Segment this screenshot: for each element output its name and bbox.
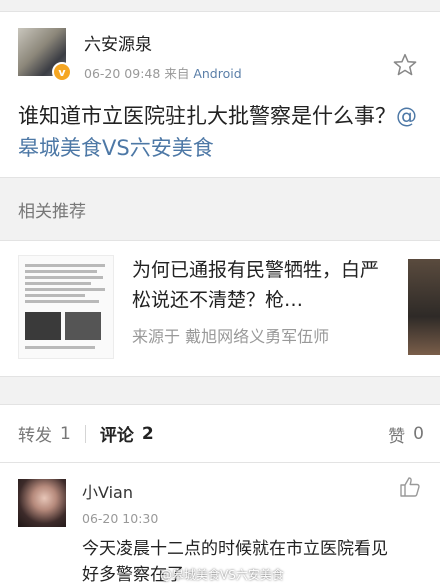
like-count: 0 <box>413 424 424 444</box>
tab-like[interactable]: 赞 0 <box>388 405 424 463</box>
commenter-avatar[interactable] <box>18 479 66 527</box>
post-card: v 六安源泉 06-20 09:48 来自 Android 谁知道市立医院驻扎大… <box>0 12 440 178</box>
thumbs-up-icon[interactable] <box>398 475 422 499</box>
post-author-block: 六安源泉 06-20 09:48 来自 Android <box>84 28 242 82</box>
post-time: 06-20 09:48 <box>84 66 161 81</box>
recommend-source: 来源于 戴旭网络义勇军伍师 <box>132 327 330 346</box>
comment-label: 评论 <box>99 426 134 446</box>
source-prefix: 来自 <box>164 66 190 81</box>
action-tab-bar: 转发 1 评论 2 赞 0 <box>0 405 440 463</box>
recommend-header: 相关推荐 <box>0 178 440 241</box>
verified-badge-icon: v <box>52 62 72 82</box>
tab-repost[interactable]: 转发 1 <box>18 421 71 447</box>
tab-divider <box>84 424 86 443</box>
recommend-next-thumbnail[interactable] <box>408 259 440 355</box>
avatar[interactable]: v <box>18 28 72 82</box>
section-spacer <box>0 377 440 405</box>
commenter-name[interactable]: 小Vian <box>82 479 402 503</box>
watermark-text: @皋城美食VS六安美食 <box>160 568 284 582</box>
recommend-title[interactable]: 为何已通报有民警牺牲，白严松说还不清楚？枪… <box>132 255 382 315</box>
like-label: 赞 <box>388 426 406 447</box>
post-header: v 六安源泉 06-20 09:48 来自 Android <box>18 28 422 82</box>
post-text: 谁知道市立医院驻扎大批警察是什么事？@皋城美食VS六安美食 <box>18 100 422 164</box>
recommend-thumbnail <box>18 255 114 359</box>
recommend-card[interactable]: 为何已通报有民警牺牲，白严松说还不清楚？枪… 来源于 戴旭网络义勇军伍师 <box>0 241 440 377</box>
comment-time: 06-20 10:30 <box>82 511 159 526</box>
repost-count: 1 <box>60 423 71 444</box>
recommend-text: 为何已通报有民警牺牲，白严松说还不清楚？枪… 来源于 戴旭网络义勇军伍师 <box>132 255 382 362</box>
repost-label: 转发 <box>18 426 52 446</box>
comment-count: 2 <box>141 423 154 444</box>
post-source: Android <box>193 66 242 81</box>
post-meta: 06-20 09:48 来自 Android <box>84 63 242 82</box>
user-name[interactable]: 六安源泉 <box>84 30 242 55</box>
tab-comment[interactable]: 评论 2 <box>99 421 154 447</box>
top-strip <box>0 0 440 12</box>
post-text-content: 谁知道市立医院驻扎大批警察是什么事？ <box>18 104 396 128</box>
star-icon[interactable] <box>392 52 418 78</box>
